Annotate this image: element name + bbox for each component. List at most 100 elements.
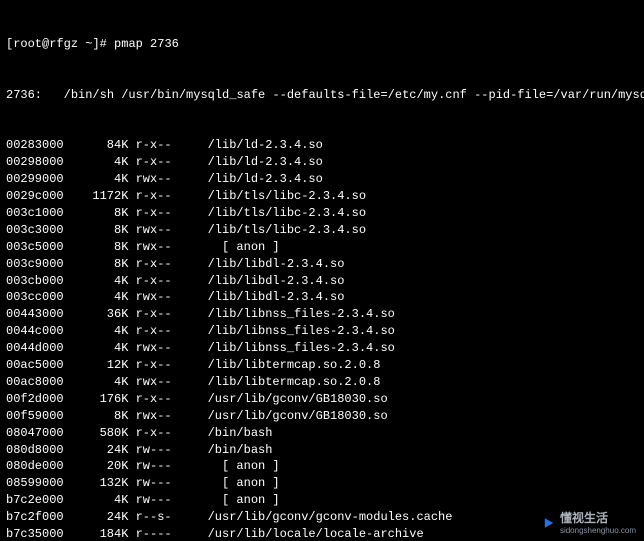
perm: rwx-- [136,171,186,188]
pmap-row: 003c10008K r-x-- /lib/tls/libc-2.3.4.so [6,205,638,222]
perm: rwx-- [136,222,186,239]
addr: 00ac5000 [6,357,64,374]
addr: 00443000 [6,306,64,323]
addr: 003c1000 [6,205,64,222]
addr: 003cc000 [6,289,64,306]
size: 84K [64,137,129,154]
size: 12K [64,357,129,374]
mapping-path: /usr/lib/gconv/GB18030.so [208,408,388,425]
perm: r-x-- [136,306,186,323]
mapping-path: /lib/libnss_files-2.3.4.so [208,306,395,323]
addr: 00283000 [6,137,64,154]
mapping-path: /usr/lib/locale/locale-archive [208,526,424,541]
addr: b7c2e000 [6,492,64,509]
addr: 00f2d000 [6,391,64,408]
addr: 00ac8000 [6,374,64,391]
mapping-path: /bin/bash [208,425,273,442]
perm: r-x-- [136,137,186,154]
mapping-path: /lib/libnss_files-2.3.4.so [208,340,395,357]
mapping-path: /bin/bash [208,442,273,459]
mapping-path: [ anon ] [208,239,280,256]
size: 4K [64,289,129,306]
size: 580K [64,425,129,442]
mapping-path: [ anon ] [208,475,280,492]
addr: 0029c000 [6,188,64,205]
pmap-row: 002990004K rwx-- /lib/ld-2.3.4.so [6,171,638,188]
addr: 08047000 [6,425,64,442]
perm: rwx-- [136,374,186,391]
addr: 0044d000 [6,340,64,357]
pmap-row: 00f590008K rwx-- /usr/lib/gconv/GB18030.… [6,408,638,425]
size: 1172K [64,188,129,205]
pmap-row: 080d800024K rw--- /bin/bash [6,442,638,459]
addr: 003cb000 [6,273,64,290]
perm: r-x-- [136,323,186,340]
mapping-path: /lib/ld-2.3.4.so [208,171,323,188]
addr: 080de000 [6,458,64,475]
perm: rw--- [136,458,186,475]
mapping-path: [ anon ] [208,492,280,509]
pid: 2736: [6,88,42,102]
size: 132K [64,475,129,492]
mapping-path: /lib/ld-2.3.4.so [208,137,323,154]
addr: 003c5000 [6,239,64,256]
prompt-line[interactable]: [root@rfgz ~]# pmap 2736 [6,36,638,53]
perm: r-x-- [136,425,186,442]
perm: r-x-- [136,154,186,171]
perm: rw--- [136,442,186,459]
pmap-row: 08599000132K rw--- [ anon ] [6,475,638,492]
watermark-icon [542,516,556,530]
cmdline: /bin/sh /usr/bin/mysqld_safe --defaults-… [42,88,644,102]
perm: r-x-- [136,188,186,205]
pmap-row: 003cc0004K rwx-- /lib/libdl-2.3.4.so [6,289,638,306]
size: 4K [64,340,129,357]
perm: rwx-- [136,289,186,306]
size: 4K [64,273,129,290]
size: 24K [64,509,129,526]
mapping-path: /lib/libdl-2.3.4.so [208,256,345,273]
mapping-path: /lib/tls/libc-2.3.4.so [208,188,366,205]
pmap-row: 0044300036K r-x-- /lib/libnss_files-2.3.… [6,306,638,323]
size: 4K [64,323,129,340]
addr: 003c9000 [6,256,64,273]
size: 24K [64,442,129,459]
pmap-row: 003c30008K rwx-- /lib/tls/libc-2.3.4.so [6,222,638,239]
cwd: ~ [85,37,92,51]
pmap-row: 002980004K r-x-- /lib/ld-2.3.4.so [6,154,638,171]
perm: r-x-- [136,256,186,273]
size: 20K [64,458,129,475]
mapping-path: /usr/lib/gconv/gconv-modules.cache [208,509,453,526]
size: 8K [64,256,129,273]
pmap-row: 003c90008K r-x-- /lib/libdl-2.3.4.so [6,256,638,273]
pmap-row: 0029c0001172K r-x-- /lib/tls/libc-2.3.4.… [6,188,638,205]
mapping-path: /lib/libtermcap.so.2.0.8 [208,374,381,391]
pmap-row: 080de00020K rw--- [ anon ] [6,458,638,475]
mapping-path: /lib/tls/libc-2.3.4.so [208,222,366,239]
size: 4K [64,171,129,188]
pmap-row: 003cb0004K r-x-- /lib/libdl-2.3.4.so [6,273,638,290]
size: 176K [64,391,129,408]
perm: r---- [136,526,186,541]
addr: b7c2f000 [6,509,64,526]
addr: 00f59000 [6,408,64,425]
addr: 00298000 [6,154,64,171]
perm: r-x-- [136,205,186,222]
mapping-path: /lib/ld-2.3.4.so [208,154,323,171]
pmap-row: 0028300084K r-x-- /lib/ld-2.3.4.so [6,137,638,154]
size: 4K [64,374,129,391]
addr: 08599000 [6,475,64,492]
mapping-path: /lib/libdl-2.3.4.so [208,273,345,290]
perm: rw--- [136,492,186,509]
size: 184K [64,526,129,541]
size: 4K [64,492,129,509]
watermark-brand: 懂视生活 [560,511,608,525]
addr: 003c3000 [6,222,64,239]
size: 8K [64,222,129,239]
size: 4K [64,154,129,171]
pmap-row: 00f2d000176K r-x-- /usr/lib/gconv/GB1803… [6,391,638,408]
watermark-sub: sidongshenghuo.com [560,527,636,535]
pmap-row: 08047000580K r-x-- /bin/bash [6,425,638,442]
pmap-row: 003c50008K rwx-- [ anon ] [6,239,638,256]
mapping-path: /lib/libdl-2.3.4.so [208,289,345,306]
perm: r-x-- [136,391,186,408]
